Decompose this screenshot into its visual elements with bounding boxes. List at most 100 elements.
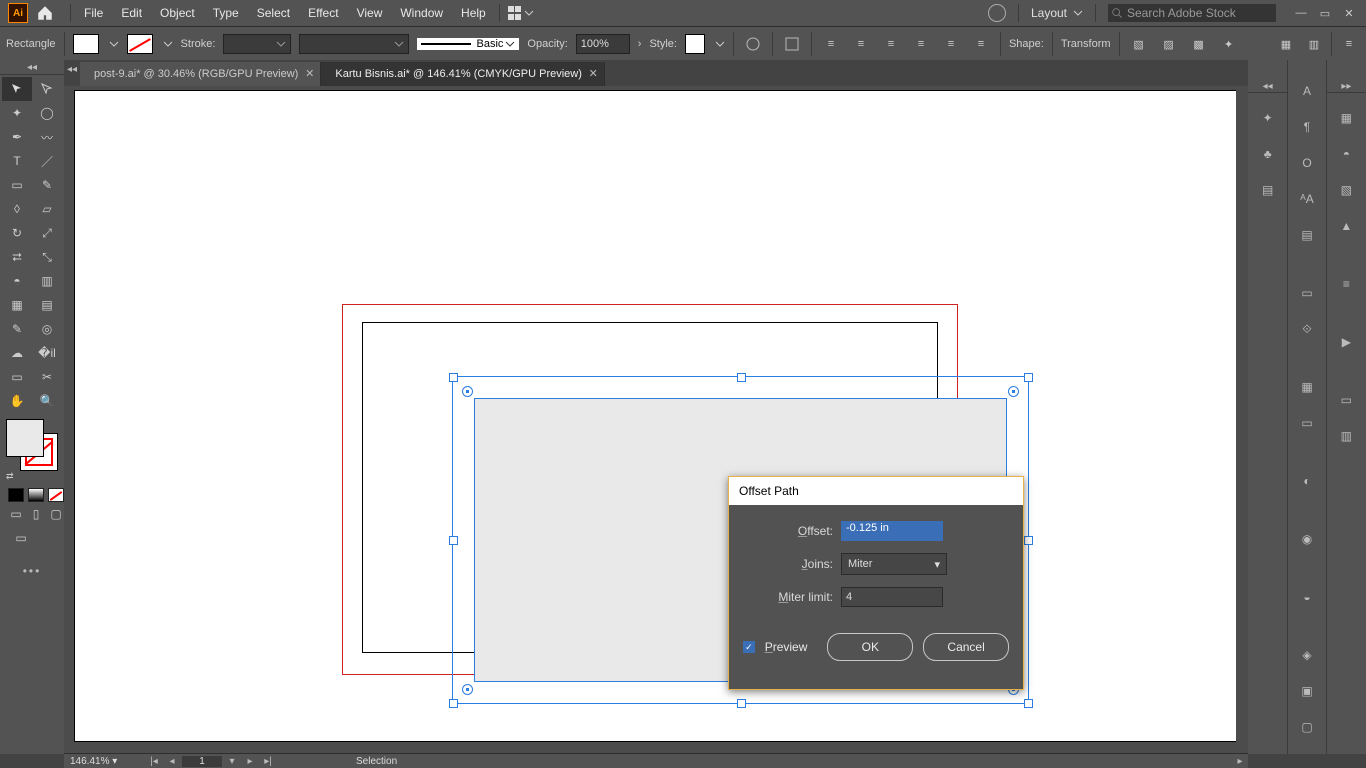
opentype-icon[interactable]: O [1296, 152, 1318, 174]
navigator-icon[interactable]: ▥ [1335, 425, 1357, 447]
canvas[interactable] [64, 86, 1248, 754]
tab-kartu-bisnis[interactable]: Kartu Bisnis.ai* @ 146.41% (CMYK/GPU Pre… [321, 62, 605, 86]
menu-edit[interactable]: Edit [112, 2, 151, 24]
pathfinder-icon[interactable]: ▣ [1296, 680, 1318, 702]
menu-object[interactable]: Object [151, 2, 204, 24]
hand-tool[interactable]: ✋ [2, 389, 32, 413]
panel-menu-icon[interactable]: ≡ [1338, 33, 1360, 55]
grid-icon[interactable]: ▦ [1275, 33, 1297, 55]
edit-clip-icon[interactable]: ▨ [1158, 33, 1180, 55]
style-swatch[interactable] [685, 34, 705, 54]
fill-stroke-control[interactable] [6, 419, 58, 471]
menu-window[interactable]: Window [391, 2, 452, 24]
transform-label[interactable]: Transform [1061, 38, 1111, 50]
shaper-tool[interactable]: ◊ [2, 197, 32, 221]
shape-builder-tool[interactable]: ◓ [2, 269, 32, 293]
align-left-icon[interactable]: ≡ [820, 33, 842, 55]
preview-checkbox[interactable]: ✓ [743, 641, 755, 653]
properties-icon[interactable]: ✦ [1257, 107, 1279, 129]
close-icon[interactable]: ✕ [305, 67, 314, 80]
snap-icon[interactable]: ▥ [1303, 33, 1325, 55]
corner-widget-ne[interactable] [1008, 386, 1019, 397]
search-stock-input[interactable]: Search Adobe Stock [1108, 4, 1276, 22]
menu-help[interactable]: Help [452, 2, 495, 24]
fill-box[interactable] [6, 419, 44, 457]
maximize-button[interactable]: ▭ [1314, 5, 1336, 21]
perspective-tool[interactable]: ▥ [32, 269, 62, 293]
para-icon[interactable]: ¶ [1296, 116, 1318, 138]
close-icon[interactable]: ✕ [589, 67, 598, 80]
color-icon[interactable]: ♣ [1257, 143, 1279, 165]
image-trace-icon[interactable]: ▲ [1335, 215, 1357, 237]
libraries-icon[interactable]: ▦ [1335, 107, 1357, 129]
info-icon[interactable]: ▭ [1335, 389, 1357, 411]
handle-e[interactable] [1024, 536, 1033, 545]
edit-toolbar[interactable]: ••• [0, 564, 64, 578]
align-panel-icon[interactable]: ▢ [1296, 716, 1318, 738]
screen-mode[interactable]: ▭ [6, 526, 36, 550]
status-chevron[interactable]: ▸ [1232, 755, 1248, 767]
menu-file[interactable]: File [75, 2, 112, 24]
arrange-docs-icon[interactable] [508, 6, 522, 20]
collapse-toggle[interactable]: ◂◂ [0, 60, 64, 75]
asset-icon[interactable]: ▦ [1296, 376, 1318, 398]
pen-tool[interactable]: ✒ [2, 125, 32, 149]
selection-tool[interactable] [2, 77, 32, 101]
miter-input[interactable]: 4 [841, 587, 943, 607]
zoom-tool[interactable]: 🔍 [32, 389, 62, 413]
fill-swatch[interactable] [73, 34, 99, 54]
workspace-switcher[interactable]: Layout [1031, 6, 1083, 20]
free-transform-tool[interactable]: ⤡ [32, 245, 62, 269]
collapse-toggle[interactable]: ▸▸ [1327, 80, 1366, 93]
home-icon[interactable] [36, 4, 54, 22]
corner-widget-nw[interactable] [462, 386, 473, 397]
opacity-field[interactable]: 100% [576, 34, 630, 54]
color-mode-none[interactable] [48, 488, 64, 502]
artboards-icon[interactable]: ▭ [1296, 412, 1318, 434]
line-tool[interactable]: ／ [32, 149, 62, 173]
menu-select[interactable]: Select [248, 2, 299, 24]
scale-tool[interactable]: ⤢ [32, 221, 62, 245]
first-artboard-button[interactable]: |◂ [146, 755, 162, 767]
chevron-down-icon[interactable] [524, 8, 534, 18]
eyedropper-tool[interactable]: ✎ [2, 317, 32, 341]
handle-sw[interactable] [449, 699, 458, 708]
color-mode-color[interactable] [8, 488, 24, 502]
symbols-icon[interactable]: ▧ [1335, 179, 1357, 201]
mesh-tool[interactable]: ▦ [2, 293, 32, 317]
brush-definition[interactable]: Basic [417, 38, 519, 50]
handle-s[interactable] [737, 699, 746, 708]
rectangle-tool[interactable]: ▭ [2, 173, 32, 197]
align-hcenter-icon[interactable]: ≡ [850, 33, 872, 55]
handle-se[interactable] [1024, 699, 1033, 708]
draw-inside-icon[interactable]: ▢ [48, 506, 64, 522]
menu-type[interactable]: Type [204, 2, 248, 24]
direct-selection-tool[interactable] [32, 77, 62, 101]
offset-input[interactable]: -0.125 in [841, 521, 943, 541]
links-icon[interactable]: ⟐ [1296, 318, 1318, 340]
chevron-down-icon[interactable] [109, 39, 119, 49]
stroke-swatch[interactable] [127, 34, 153, 54]
width-tool[interactable]: ⮂ [2, 245, 32, 269]
dialog-title[interactable]: Offset Path [729, 477, 1023, 505]
align-top-icon[interactable]: ≡ [910, 33, 932, 55]
gradient-tool[interactable]: ▤ [32, 293, 62, 317]
handle-nw[interactable] [449, 373, 458, 382]
layers-icon[interactable]: ◈ [1296, 644, 1318, 666]
curvature-tool[interactable]: 〰 [32, 125, 62, 149]
char-icon[interactable]: A [1296, 80, 1318, 102]
stroke-panel-icon[interactable]: ≡ [1335, 273, 1357, 295]
edit-mask-icon[interactable]: ▩ [1188, 33, 1210, 55]
isolate-icon[interactable]: ▧ [1128, 33, 1150, 55]
draw-normal-icon[interactable]: ▭ [8, 506, 24, 522]
draw-behind-icon[interactable]: ▯ [28, 506, 44, 522]
lasso-tool[interactable]: ◯ [32, 101, 62, 125]
artboard-tool[interactable]: ▭ [2, 365, 32, 389]
handle-n[interactable] [737, 373, 746, 382]
handle-ne[interactable] [1024, 373, 1033, 382]
corner-widget-sw[interactable] [462, 684, 473, 695]
tips-icon[interactable] [988, 4, 1006, 22]
close-button[interactable]: ✕ [1338, 5, 1360, 21]
align-vcenter-icon[interactable]: ≡ [940, 33, 962, 55]
stroke-weight-field[interactable] [223, 34, 291, 54]
